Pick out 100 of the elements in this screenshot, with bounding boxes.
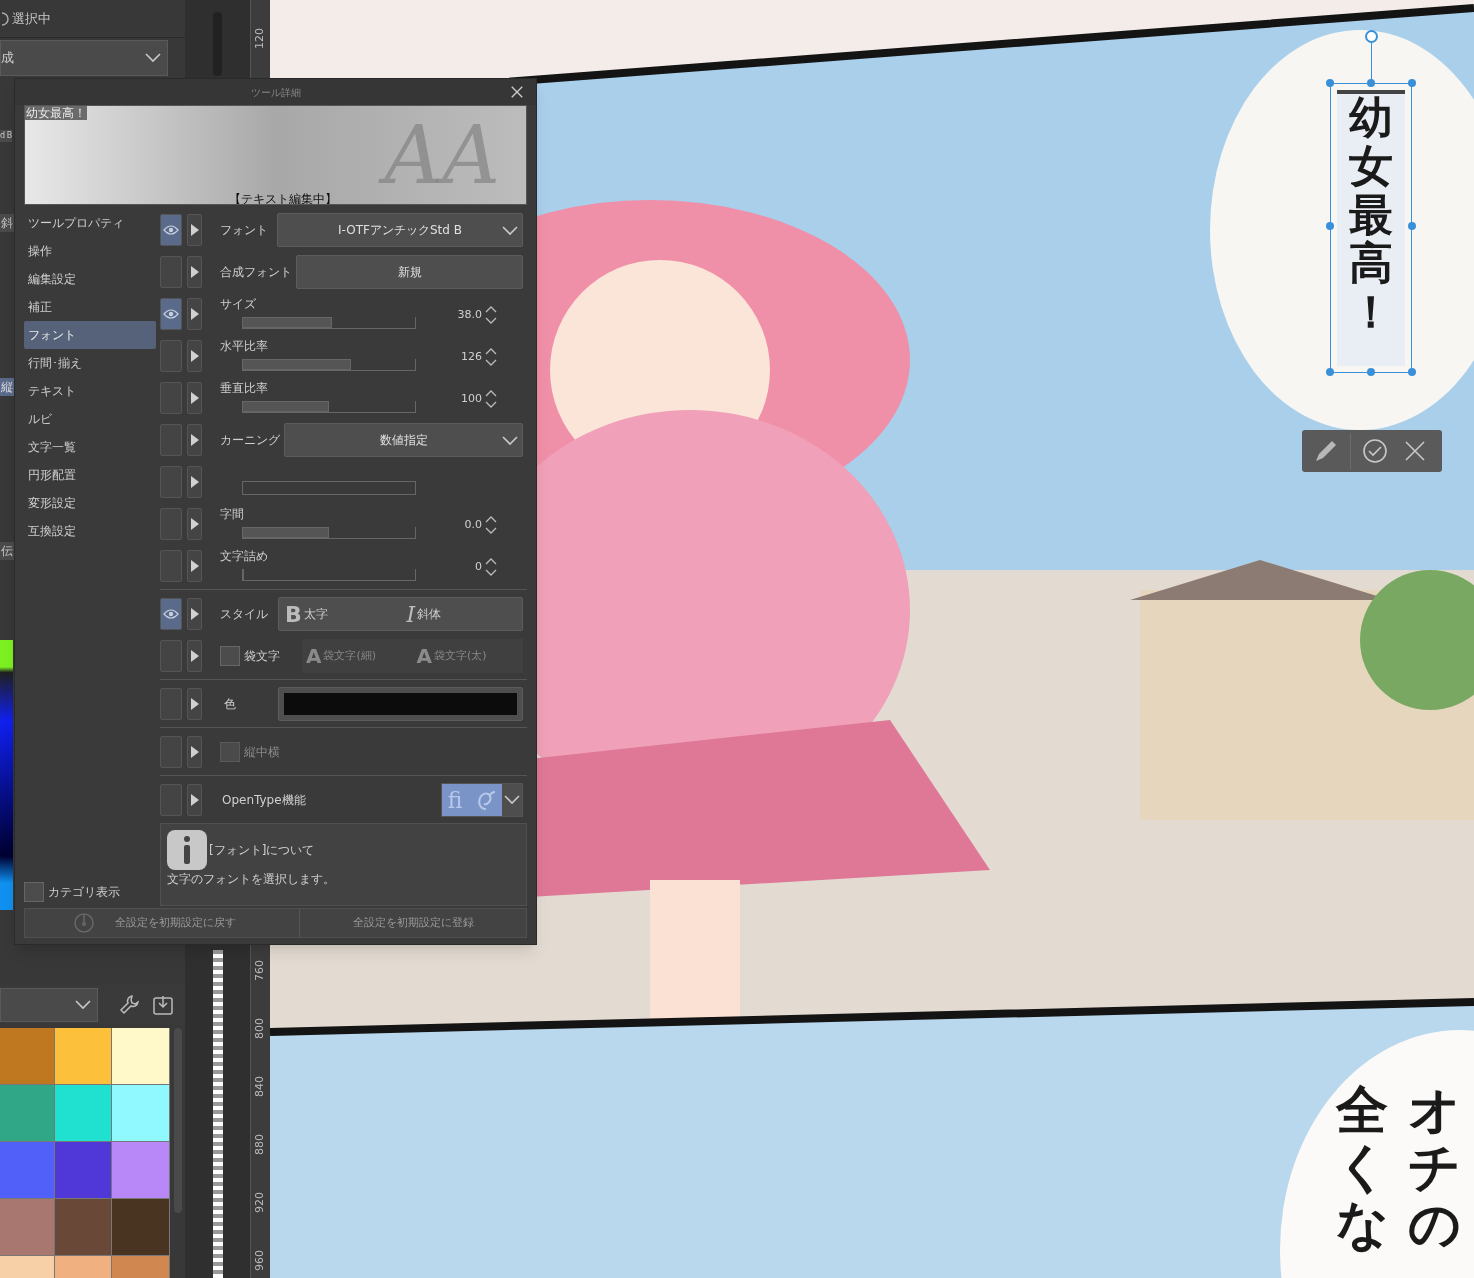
- resize-handle[interactable]: [1408, 79, 1416, 87]
- value-text: 0: [475, 558, 482, 575]
- expand-button[interactable]: [187, 550, 202, 582]
- resize-handle[interactable]: [1326, 222, 1334, 230]
- visibility-toggle[interactable]: [160, 214, 182, 246]
- color-swatch[interactable]: [112, 1142, 170, 1199]
- visibility-toggle[interactable]: [160, 256, 182, 288]
- color-field[interactable]: [278, 687, 523, 721]
- color-swatch[interactable]: [112, 1199, 170, 1256]
- property-label: 合成フォント: [220, 264, 293, 281]
- category-item[interactable]: 円形配置: [24, 461, 156, 489]
- reset-button[interactable]: 全設定を初期設定に戻す: [25, 909, 300, 937]
- option-label: 袋文字(細): [323, 647, 377, 664]
- close-icon[interactable]: [510, 85, 524, 99]
- color-swatch[interactable]: [55, 1142, 112, 1199]
- resize-handle[interactable]: [1408, 368, 1416, 376]
- expand-button[interactable]: [187, 256, 202, 288]
- visibility-toggle[interactable]: [160, 298, 182, 330]
- expand-button[interactable]: [187, 340, 202, 372]
- property-label: OpenType機能: [221, 792, 307, 809]
- category-item[interactable]: フォント: [24, 321, 156, 349]
- color-swatch[interactable]: [0, 1085, 55, 1142]
- spin-buttons[interactable]: [485, 389, 497, 409]
- visibility-toggle[interactable]: [160, 466, 182, 498]
- property-label: 垂直比率: [220, 380, 268, 397]
- category-item[interactable]: 変形設定: [24, 489, 156, 517]
- category-item[interactable]: 行間･揃え: [24, 349, 156, 377]
- register-button[interactable]: 全設定を初期設定に登録: [300, 909, 526, 937]
- category-item[interactable]: ツールプロパティ: [24, 209, 156, 237]
- checkbox[interactable]: [220, 646, 240, 666]
- confirm-icon[interactable]: [1361, 437, 1389, 465]
- resize-handle[interactable]: [1367, 79, 1375, 87]
- color-swatch[interactable]: [55, 1085, 112, 1142]
- color-swatch[interactable]: [0, 1142, 55, 1199]
- expand-button[interactable]: [187, 784, 202, 816]
- text-layer-box[interactable]: 幼女最高！: [1330, 83, 1412, 373]
- radio-icon[interactable]: [2, 10, 10, 27]
- category-item[interactable]: 操作: [24, 237, 156, 265]
- visibility-toggle[interactable]: [160, 598, 182, 630]
- spin-buttons[interactable]: [485, 305, 497, 325]
- slider-track[interactable]: [242, 359, 416, 371]
- visibility-toggle[interactable]: [160, 424, 182, 456]
- spin-buttons[interactable]: [485, 515, 497, 535]
- color-swatch[interactable]: [55, 1028, 112, 1085]
- category-item[interactable]: 編集設定: [24, 265, 156, 293]
- expand-button[interactable]: [187, 382, 202, 414]
- property-label: 色: [223, 696, 237, 713]
- input-field[interactable]: [242, 481, 416, 495]
- color-swatch[interactable]: [0, 1028, 55, 1085]
- slider-track[interactable]: [242, 401, 416, 413]
- expand-button[interactable]: [187, 508, 202, 540]
- expand-button[interactable]: [187, 298, 202, 330]
- property-label: 文字詰め: [220, 548, 268, 565]
- category-item[interactable]: 補正: [24, 293, 156, 321]
- visibility-toggle[interactable]: [160, 382, 182, 414]
- import-icon[interactable]: [152, 994, 174, 1016]
- visibility-toggle[interactable]: [160, 340, 182, 372]
- visibility-toggle[interactable]: [160, 688, 182, 720]
- close-icon[interactable]: [1403, 439, 1427, 463]
- expand-button[interactable]: [187, 424, 202, 456]
- visibility-toggle[interactable]: [160, 640, 182, 672]
- dropdown[interactable]: 数値指定: [284, 423, 523, 457]
- category-item[interactable]: 文字一覧: [24, 433, 156, 461]
- expand-button[interactable]: [187, 466, 202, 498]
- color-swatch[interactable]: [112, 1085, 170, 1142]
- property-label: スタイル: [220, 606, 269, 623]
- slider-track[interactable]: [242, 527, 416, 539]
- resize-handle[interactable]: [1326, 368, 1334, 376]
- visibility-toggle[interactable]: [160, 508, 182, 540]
- play-icon: [190, 350, 199, 362]
- checkbox[interactable]: [24, 882, 44, 902]
- resize-handle[interactable]: [1367, 368, 1375, 376]
- color-swatch[interactable]: [112, 1028, 170, 1085]
- new-button[interactable]: 新規: [296, 255, 523, 289]
- category-item[interactable]: テキスト: [24, 377, 156, 405]
- visibility-toggle[interactable]: [160, 784, 182, 816]
- color-swatch[interactable]: [0, 1199, 55, 1256]
- info-text: 文字のフォントを選択します。: [167, 871, 336, 888]
- dropdown-toggle[interactable]: [502, 784, 522, 816]
- expand-button[interactable]: [187, 214, 202, 246]
- color-swatch[interactable]: [55, 1199, 112, 1256]
- expand-button[interactable]: [187, 640, 202, 672]
- expand-button[interactable]: [187, 736, 202, 768]
- chevron-icon: [75, 1000, 91, 1010]
- dropdown[interactable]: I-OTFアンチックStd B: [277, 213, 523, 247]
- expand-button[interactable]: [187, 688, 202, 720]
- category-item[interactable]: 互換設定: [24, 517, 156, 545]
- slider-track[interactable]: [242, 569, 416, 581]
- checkbox-label: カテゴリ表示: [48, 884, 120, 901]
- slider-track[interactable]: [242, 317, 416, 329]
- spin-buttons[interactable]: [485, 557, 497, 577]
- value-text: 38.0: [457, 306, 482, 323]
- dropdown[interactable]: 成: [0, 40, 168, 76]
- expand-button[interactable]: [187, 598, 202, 630]
- resize-handle[interactable]: [1408, 222, 1416, 230]
- resize-handle[interactable]: [1326, 79, 1334, 87]
- wrench-icon[interactable]: [118, 993, 142, 1017]
- spin-buttons[interactable]: [485, 347, 497, 367]
- category-item[interactable]: ルビ: [24, 405, 156, 433]
- visibility-toggle[interactable]: [160, 550, 182, 582]
